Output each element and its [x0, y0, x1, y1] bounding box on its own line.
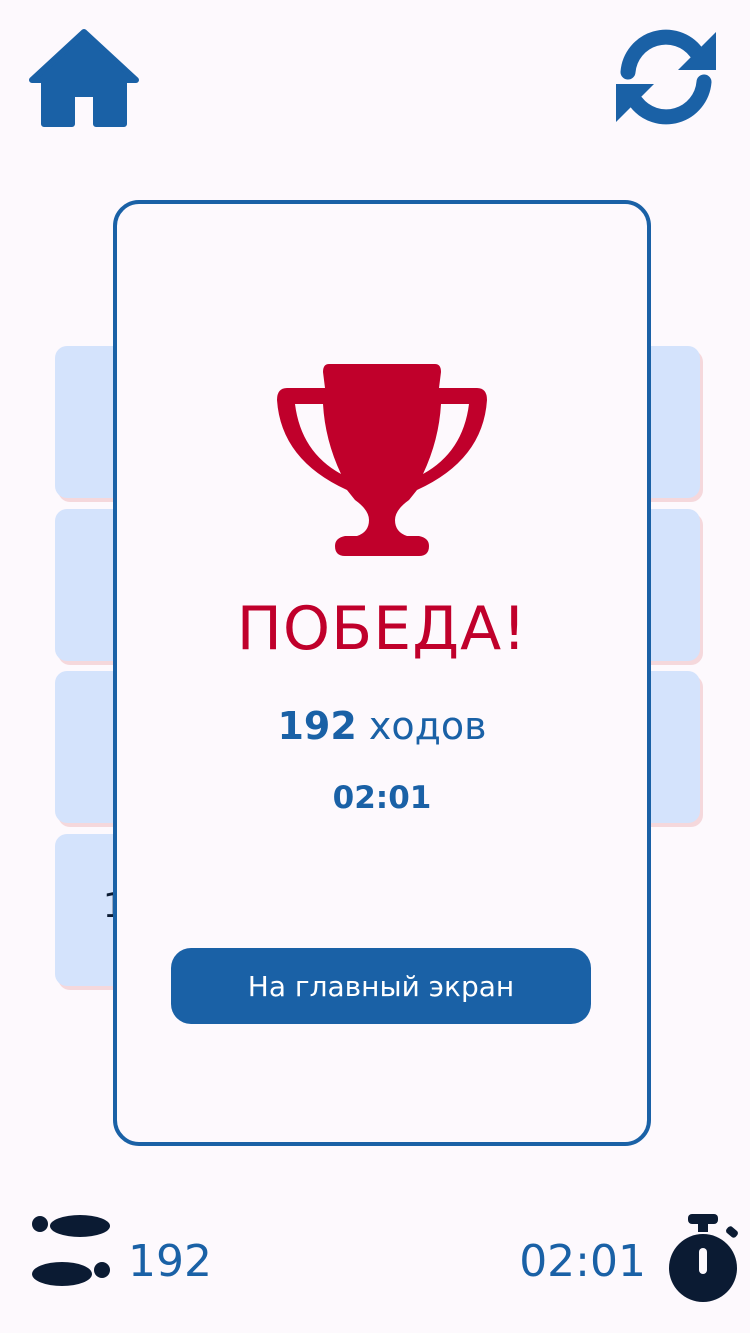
victory-moves: 192 ходов: [117, 704, 647, 748]
victory-moves-label: ходов: [368, 704, 487, 748]
trophy-icon: [277, 364, 487, 556]
victory-dialog: ПОБЕДА! 192 ходов 02:01 На главный экран: [113, 200, 651, 1146]
restart-icon: [620, 29, 712, 125]
stopwatch-icon: [669, 1214, 738, 1302]
go-home-button[interactable]: На главный экран: [171, 948, 591, 1024]
victory-title: ПОБЕДА!: [236, 594, 528, 664]
home-button[interactable]: [28, 28, 140, 128]
victory-moves-value: 192: [277, 704, 357, 748]
home-icon: [29, 29, 139, 127]
victory-time: 02:01: [332, 780, 432, 816]
moves-counter: 192: [128, 1236, 212, 1287]
restart-button[interactable]: [612, 26, 720, 128]
timer-display: 02:01: [519, 1236, 646, 1287]
footprints-icon: [32, 1215, 110, 1286]
